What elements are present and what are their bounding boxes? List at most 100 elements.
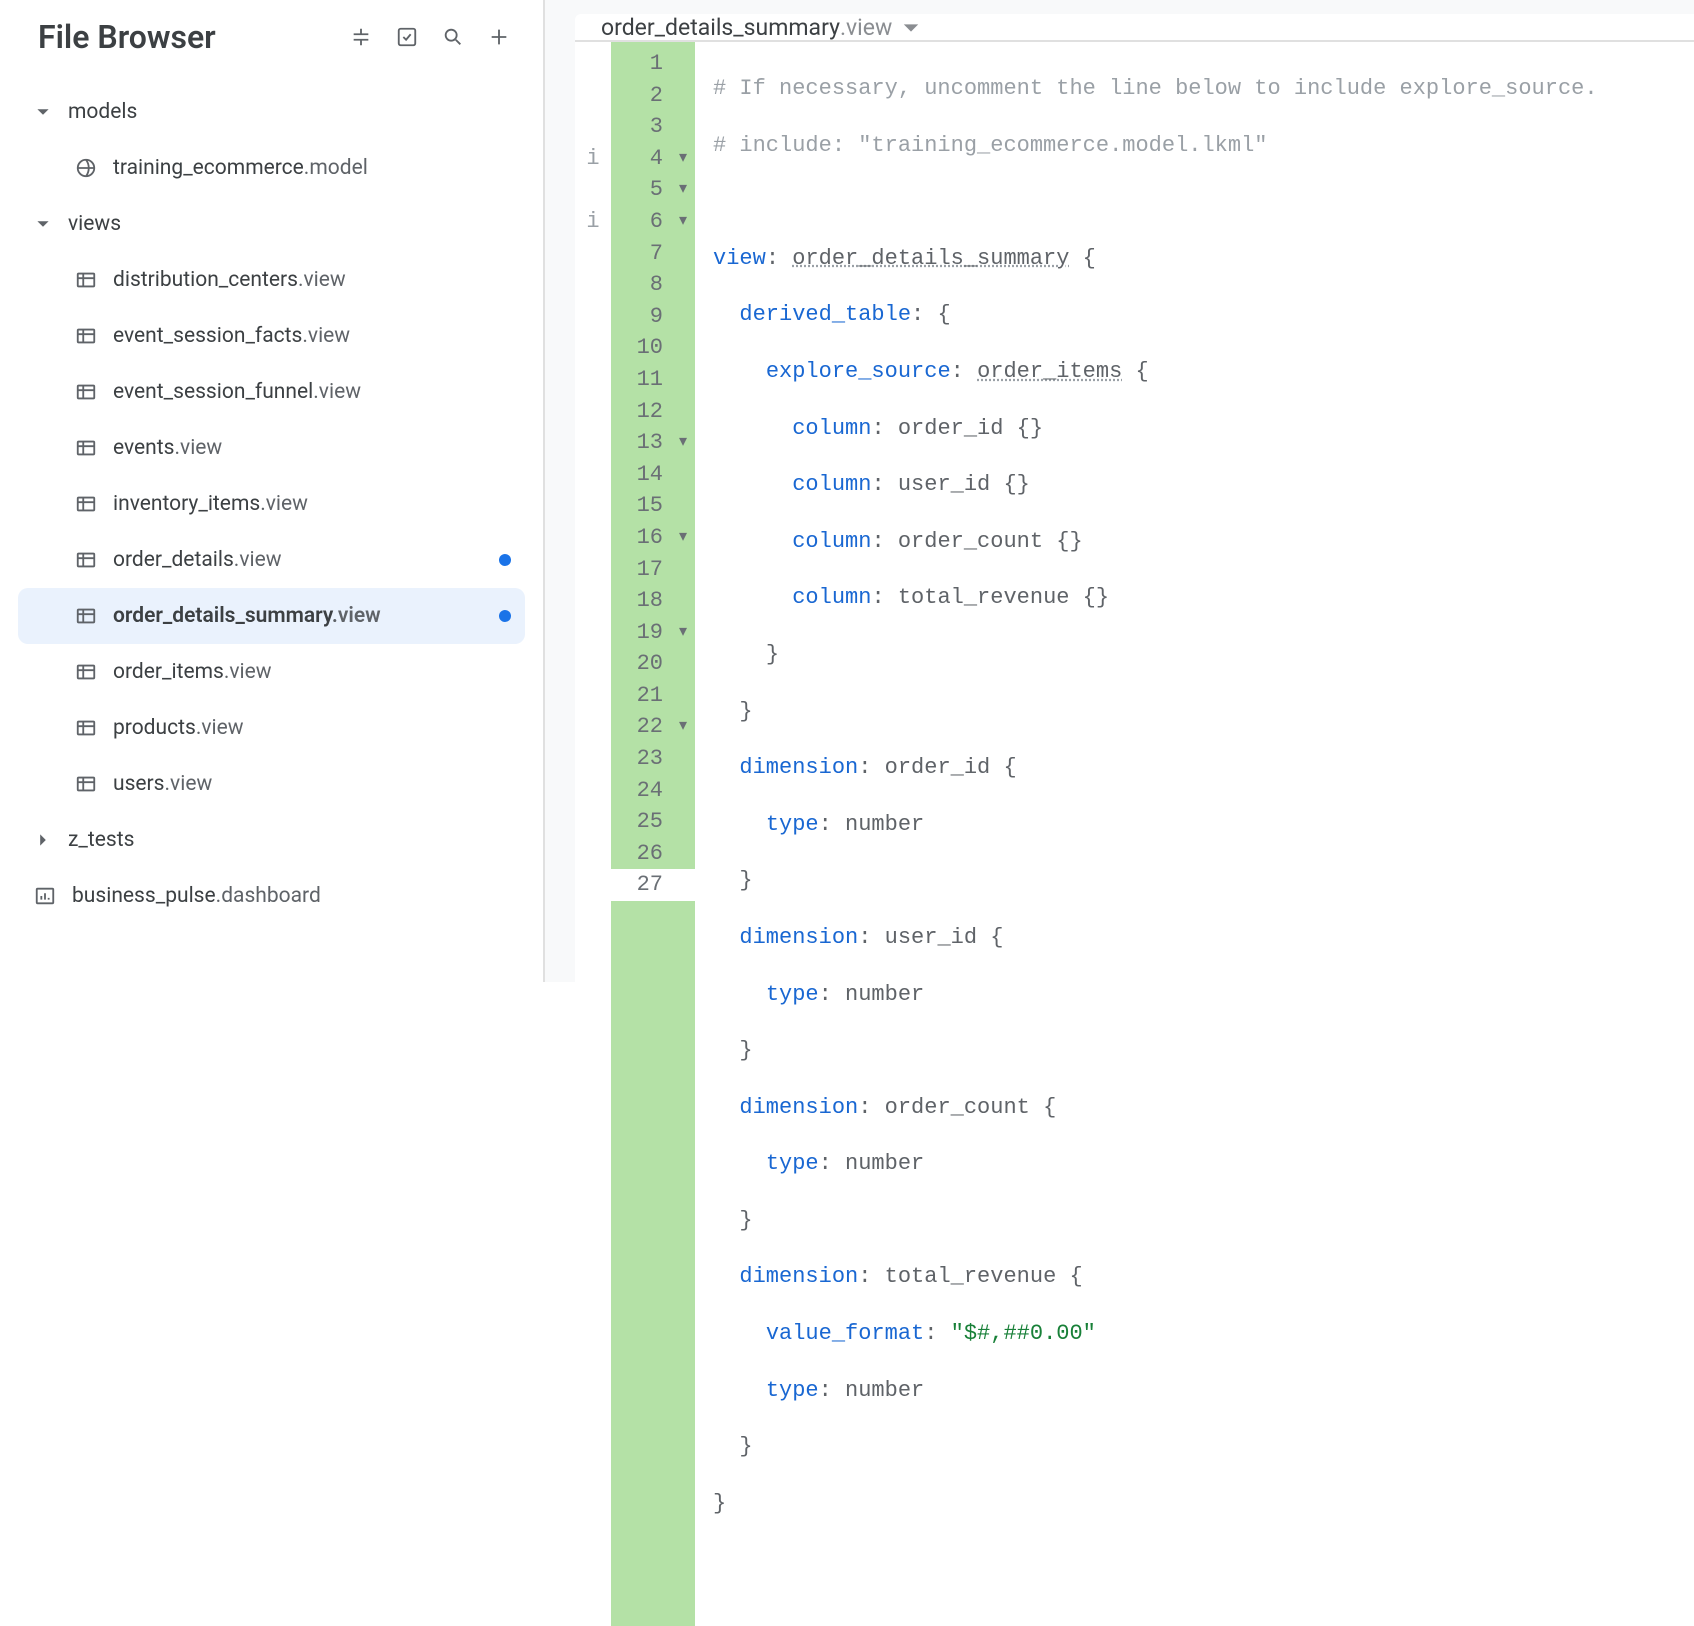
file-label: products.view [113, 716, 244, 740]
file-order-details[interactable]: order_details.view [18, 532, 525, 588]
folder-label: z_tests [68, 828, 134, 852]
file-order-items[interactable]: order_items.view [18, 644, 525, 700]
tab-dropdown-icon[interactable] [902, 19, 920, 37]
line-number: 19 [611, 617, 671, 649]
view-icon [73, 715, 99, 741]
fold-marker [671, 490, 695, 522]
folder-models[interactable]: models [18, 84, 525, 140]
fold-marker [671, 585, 695, 617]
info-annotation: i [575, 206, 611, 238]
line-number: 12 [611, 396, 671, 428]
line-number: 10 [611, 332, 671, 364]
info-annotation [575, 396, 611, 428]
fold-marker [671, 869, 695, 901]
fold-marker[interactable]: ▾ [671, 711, 695, 743]
info-annotation [575, 111, 611, 143]
fold-marker [671, 80, 695, 112]
line-number: 15 [611, 490, 671, 522]
info-annotation [575, 648, 611, 680]
file-events[interactable]: events.view [18, 420, 525, 476]
view-icon [73, 379, 99, 405]
line-number: 2 [611, 80, 671, 112]
view-icon [73, 491, 99, 517]
file-training-ecommerce[interactable]: training_ecommerce.model [18, 140, 525, 196]
folder-z-tests[interactable]: z_tests [18, 812, 525, 868]
file-label: order_details_summary.view [113, 604, 381, 628]
file-event-session-facts[interactable]: event_session_facts.view [18, 308, 525, 364]
validate-icon[interactable] [393, 23, 421, 51]
fold-marker [671, 48, 695, 80]
file-distribution-centers[interactable]: distribution_centers.view [18, 252, 525, 308]
sidebar-header: File Browser [0, 18, 543, 84]
line-number: 13 [611, 427, 671, 459]
line-number-gutter: 1234567891011121314151617181920212223242… [611, 42, 671, 1626]
search-icon[interactable] [439, 23, 467, 51]
collapse-tree-icon[interactable] [347, 23, 375, 51]
code-editor[interactable]: ii 1234567891011121314151617181920212223… [575, 41, 1694, 1626]
line-number: 16 [611, 522, 671, 554]
info-annotation [575, 680, 611, 712]
folder-views[interactable]: views [18, 196, 525, 252]
line-number: 1 [611, 48, 671, 80]
fold-marker [671, 301, 695, 333]
file-event-session-funnel[interactable]: event_session_funnel.view [18, 364, 525, 420]
code-content[interactable]: # If necessary, uncomment the line below… [695, 42, 1694, 1626]
add-icon[interactable] [485, 23, 513, 51]
fold-marker[interactable]: ▾ [671, 206, 695, 238]
line-number: 17 [611, 554, 671, 586]
fold-marker[interactable]: ▾ [671, 617, 695, 649]
file-tree: models training_ecommerce.model views di… [0, 84, 543, 924]
model-icon [73, 155, 99, 181]
file-inventory-items[interactable]: inventory_items.view [18, 476, 525, 532]
fold-gutter: ▾▾▾▾▾▾▾ [671, 42, 695, 1626]
info-annotation [575, 459, 611, 491]
modified-dot-icon [499, 610, 511, 622]
line-number: 7 [611, 238, 671, 270]
fold-marker[interactable]: ▾ [671, 427, 695, 459]
caret-right-icon [32, 829, 54, 851]
line-number: 20 [611, 648, 671, 680]
fold-marker [671, 554, 695, 586]
info-annotation [575, 838, 611, 870]
fold-marker [671, 838, 695, 870]
fold-marker [671, 238, 695, 270]
info-annotation [575, 711, 611, 743]
view-icon [73, 267, 99, 293]
info-annotation [575, 301, 611, 333]
file-users[interactable]: users.view [18, 756, 525, 812]
info-annotation [575, 427, 611, 459]
view-icon [73, 771, 99, 797]
info-annotation [575, 585, 611, 617]
view-icon [73, 435, 99, 461]
file-browser-sidebar: File Browser models [0, 0, 545, 982]
fold-marker[interactable]: ▾ [671, 522, 695, 554]
line-number: 27 [611, 869, 671, 901]
caret-down-icon [32, 101, 54, 123]
file-label: distribution_centers.view [113, 268, 346, 292]
file-order-details-summary[interactable]: order_details_summary.view [18, 588, 525, 644]
file-label: training_ecommerce.model [113, 156, 368, 180]
editor-tab[interactable]: order_details_summary.view [575, 14, 1694, 41]
info-annotation [575, 332, 611, 364]
info-annotation [575, 80, 611, 112]
fold-marker [671, 111, 695, 143]
info-annotation [575, 806, 611, 838]
fold-marker [671, 743, 695, 775]
folder-label: models [68, 100, 137, 124]
fold-marker [671, 680, 695, 712]
info-annotation [575, 554, 611, 586]
fold-marker[interactable]: ▾ [671, 174, 695, 206]
file-label: events.view [113, 436, 222, 460]
file-business-pulse[interactable]: business_pulse.dashboard [18, 868, 525, 924]
folder-label: views [68, 212, 121, 236]
file-products[interactable]: products.view [18, 700, 525, 756]
fold-marker[interactable]: ▾ [671, 143, 695, 175]
line-number: 22 [611, 711, 671, 743]
view-icon [73, 323, 99, 349]
file-label: users.view [113, 772, 212, 796]
fold-marker [671, 396, 695, 428]
info-annotation [575, 490, 611, 522]
file-label: inventory_items.view [113, 492, 308, 516]
info-annotation [575, 617, 611, 649]
fold-marker [671, 269, 695, 301]
